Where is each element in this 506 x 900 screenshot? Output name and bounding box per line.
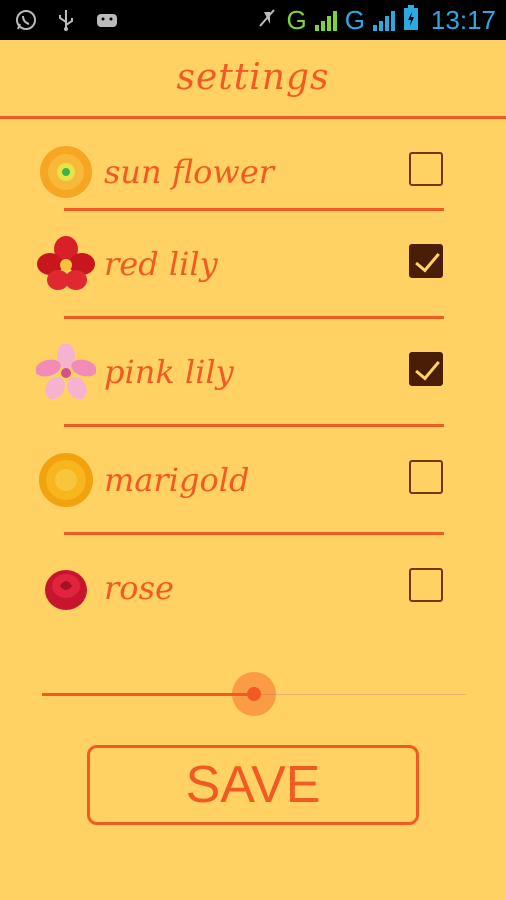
divider xyxy=(64,316,444,319)
list-item-marigold[interactable]: marigold xyxy=(0,446,506,516)
signal-bars-2-icon xyxy=(372,9,395,31)
list-item-pink-lily[interactable]: pink lily xyxy=(0,338,506,408)
slider-thumb[interactable] xyxy=(247,687,261,701)
checkbox-marigold[interactable] xyxy=(409,460,443,494)
sunflower-icon xyxy=(36,144,96,200)
pink-lily-icon xyxy=(35,343,97,400)
divider xyxy=(64,424,444,427)
clock: 13:17 xyxy=(430,4,496,35)
android-icon xyxy=(94,8,118,32)
divider xyxy=(64,208,444,211)
slider-track-filled xyxy=(42,693,254,696)
page-title: settings xyxy=(176,57,330,98)
checkbox-pink-lily[interactable] xyxy=(409,352,443,386)
signal-bars-1-icon xyxy=(314,9,337,31)
checkbox-sun-flower[interactable] xyxy=(409,152,443,186)
status-bar: G G 13:17 xyxy=(0,0,506,40)
slider[interactable] xyxy=(42,672,466,716)
whatsapp-icon xyxy=(14,8,38,32)
list-item-red-lily[interactable]: red lily xyxy=(0,230,506,300)
usb-icon xyxy=(54,8,78,32)
list-item-rose[interactable]: rose xyxy=(0,554,506,624)
divider xyxy=(64,532,444,535)
flower-label: rose xyxy=(104,569,174,607)
network-type-2: G xyxy=(344,5,365,35)
flower-label: red lily xyxy=(104,245,218,283)
slider-track-empty xyxy=(254,694,466,695)
mute-icon xyxy=(256,6,278,34)
header: settings xyxy=(0,40,506,119)
network-type-1: G xyxy=(286,5,307,35)
rose-icon xyxy=(36,560,96,616)
checkbox-rose[interactable] xyxy=(409,568,443,602)
marigold-icon xyxy=(36,452,96,508)
battery-icon xyxy=(403,5,419,35)
list-item-sun-flower[interactable]: sun flower xyxy=(0,138,506,208)
flower-label: sun flower xyxy=(104,153,275,191)
red-lily-icon xyxy=(36,236,96,292)
flower-label: pink lily xyxy=(104,353,234,391)
checkbox-red-lily[interactable] xyxy=(409,244,443,278)
flower-label: marigold xyxy=(104,461,250,499)
save-button[interactable]: SAVE xyxy=(87,745,419,825)
